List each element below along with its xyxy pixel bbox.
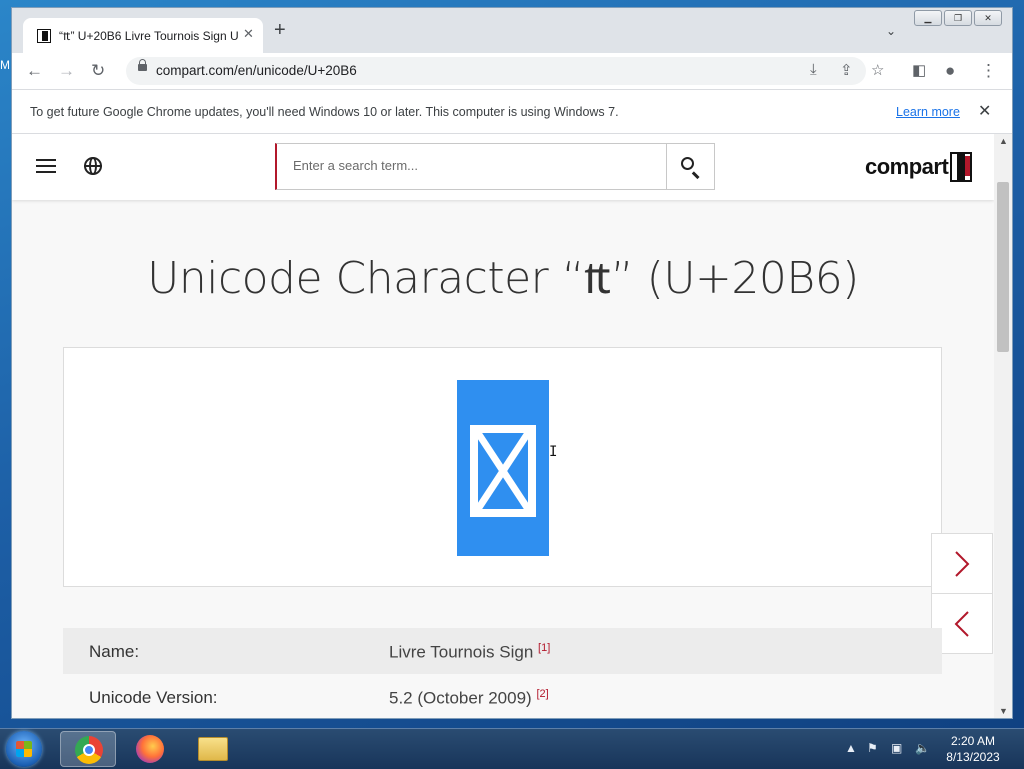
new-tab-icon[interactable]: + bbox=[274, 20, 286, 40]
site-header: compart bbox=[12, 134, 994, 200]
hamburger-menu-icon[interactable] bbox=[36, 159, 56, 173]
scroll-thumb[interactable] bbox=[997, 182, 1009, 352]
livre-tournois-glyph-icon bbox=[470, 425, 536, 517]
window-controls: ▁ ❐ ✕ bbox=[914, 10, 1002, 26]
taskbar-clock[interactable]: 2:20 AM 8/13/2023 bbox=[935, 733, 1011, 765]
logo-mark-icon bbox=[950, 152, 973, 182]
chrome-icon bbox=[75, 736, 103, 764]
search-icon bbox=[681, 157, 694, 170]
page-scrollbar[interactable]: ▲ ▼ bbox=[994, 134, 1012, 718]
address-bar[interactable]: compart.com/en/unicode/U+20B6 ⤓ ⇪ ☆ bbox=[126, 57, 884, 85]
language-globe-icon[interactable] bbox=[84, 157, 102, 175]
chrome-window: “₶” U+20B6 Livre Tournois Sign U ✕ + ⌄ ▁… bbox=[12, 8, 1012, 718]
compart-favicon-icon bbox=[37, 29, 51, 43]
bookmark-star-icon[interactable]: ☆ bbox=[871, 61, 884, 79]
show-hidden-icons-chevron-icon[interactable]: ▲ bbox=[845, 741, 857, 755]
version-value: 5.2 (October 2009) [2] bbox=[389, 688, 549, 708]
share-icon[interactable]: ⇪ bbox=[840, 61, 853, 79]
taskbar-firefox[interactable] bbox=[122, 731, 178, 767]
version-label: Unicode Version: bbox=[89, 688, 218, 707]
menu-kebab-icon[interactable]: ⋮ bbox=[980, 61, 997, 81]
action-center-flag-icon[interactable]: ⚑ bbox=[867, 741, 878, 755]
infobar-close-icon[interactable]: ✕ bbox=[978, 101, 991, 121]
scroll-down-arrow-icon[interactable]: ▼ bbox=[999, 706, 1008, 716]
volume-muted-icon[interactable]: 🔈 bbox=[915, 741, 930, 755]
update-infobar: To get future Google Chrome updates, you… bbox=[12, 89, 1012, 134]
scroll-up-arrow-icon[interactable]: ▲ bbox=[999, 136, 1008, 146]
reference-link[interactable]: [1] bbox=[538, 642, 550, 654]
infobar-message: To get future Google Chrome updates, you… bbox=[30, 105, 619, 119]
web-page: compart Unicode Character “₶” (U+20B6) I bbox=[12, 134, 994, 718]
profile-avatar-icon[interactable]: ● bbox=[945, 61, 955, 81]
clock-date: 8/13/2023 bbox=[946, 750, 1000, 764]
tab-title: “₶” U+20B6 Livre Tournois Sign U bbox=[59, 29, 239, 43]
install-app-icon[interactable]: ⤓ bbox=[810, 61, 817, 78]
back-arrow-icon[interactable]: ← bbox=[26, 61, 43, 81]
desktop-edge-label: M bbox=[0, 58, 10, 72]
url-text[interactable]: compart.com/en/unicode/U+20B6 bbox=[156, 63, 357, 78]
glyph-preview-card: I bbox=[63, 347, 942, 587]
clock-time: 2:20 AM bbox=[950, 734, 996, 748]
taskbar: ▲ ⚑ ▣ 🔈 2:20 AM 8/13/2023 bbox=[0, 728, 1024, 769]
tab-search-chevron-icon[interactable]: ⌄ bbox=[886, 24, 896, 38]
maximize-button[interactable]: ❐ bbox=[944, 10, 972, 26]
name-label: Name: bbox=[89, 642, 140, 661]
chevron-left-icon bbox=[954, 611, 969, 637]
search-button[interactable] bbox=[666, 143, 715, 190]
taskbar-chrome[interactable] bbox=[60, 731, 116, 767]
next-character-button[interactable] bbox=[932, 534, 992, 594]
browser-toolbar: ← → ↻ compart.com/en/unicode/U+20B6 ⤓ ⇪ … bbox=[12, 53, 1012, 89]
logo-text: compart bbox=[865, 154, 949, 179]
name-value: Livre Tournois Sign [1] bbox=[389, 642, 551, 662]
file-explorer-icon bbox=[198, 737, 228, 761]
minimize-button[interactable]: ▁ bbox=[914, 10, 942, 26]
search-box bbox=[275, 143, 667, 190]
start-button[interactable] bbox=[6, 731, 42, 767]
reference-link[interactable]: [2] bbox=[536, 688, 548, 700]
table-row: Unicode Version: 5.2 (October 2009) [2] bbox=[63, 674, 942, 718]
text-cursor-icon: I bbox=[549, 444, 558, 460]
lock-icon bbox=[138, 59, 147, 71]
browser-tab[interactable]: “₶” U+20B6 Livre Tournois Sign U ✕ bbox=[23, 18, 263, 53]
network-icon[interactable]: ▣ bbox=[891, 741, 902, 755]
reload-icon[interactable]: ↻ bbox=[91, 61, 105, 81]
search-input[interactable] bbox=[293, 158, 653, 173]
page-title: Unicode Character “₶” (U+20B6) bbox=[147, 253, 859, 304]
table-row: Name: Livre Tournois Sign [1] bbox=[63, 628, 942, 674]
forward-arrow-icon[interactable]: → bbox=[58, 61, 75, 81]
side-panel-icon[interactable]: ◧ bbox=[912, 61, 926, 81]
learn-more-link[interactable]: Learn more bbox=[896, 105, 960, 119]
taskbar-file-explorer[interactable] bbox=[184, 731, 240, 767]
glyph-preview bbox=[457, 380, 549, 556]
title-bar: “₶” U+20B6 Livre Tournois Sign U ✕ + ⌄ ▁… bbox=[12, 8, 1012, 53]
chevron-right-icon bbox=[955, 551, 970, 577]
tab-close-icon[interactable]: ✕ bbox=[243, 26, 254, 42]
character-info-table: Name: Livre Tournois Sign [1] Unicode Ve… bbox=[63, 628, 942, 718]
close-window-button[interactable]: ✕ bbox=[974, 10, 1002, 26]
compart-logo[interactable]: compart bbox=[865, 150, 973, 184]
firefox-icon bbox=[136, 735, 164, 763]
